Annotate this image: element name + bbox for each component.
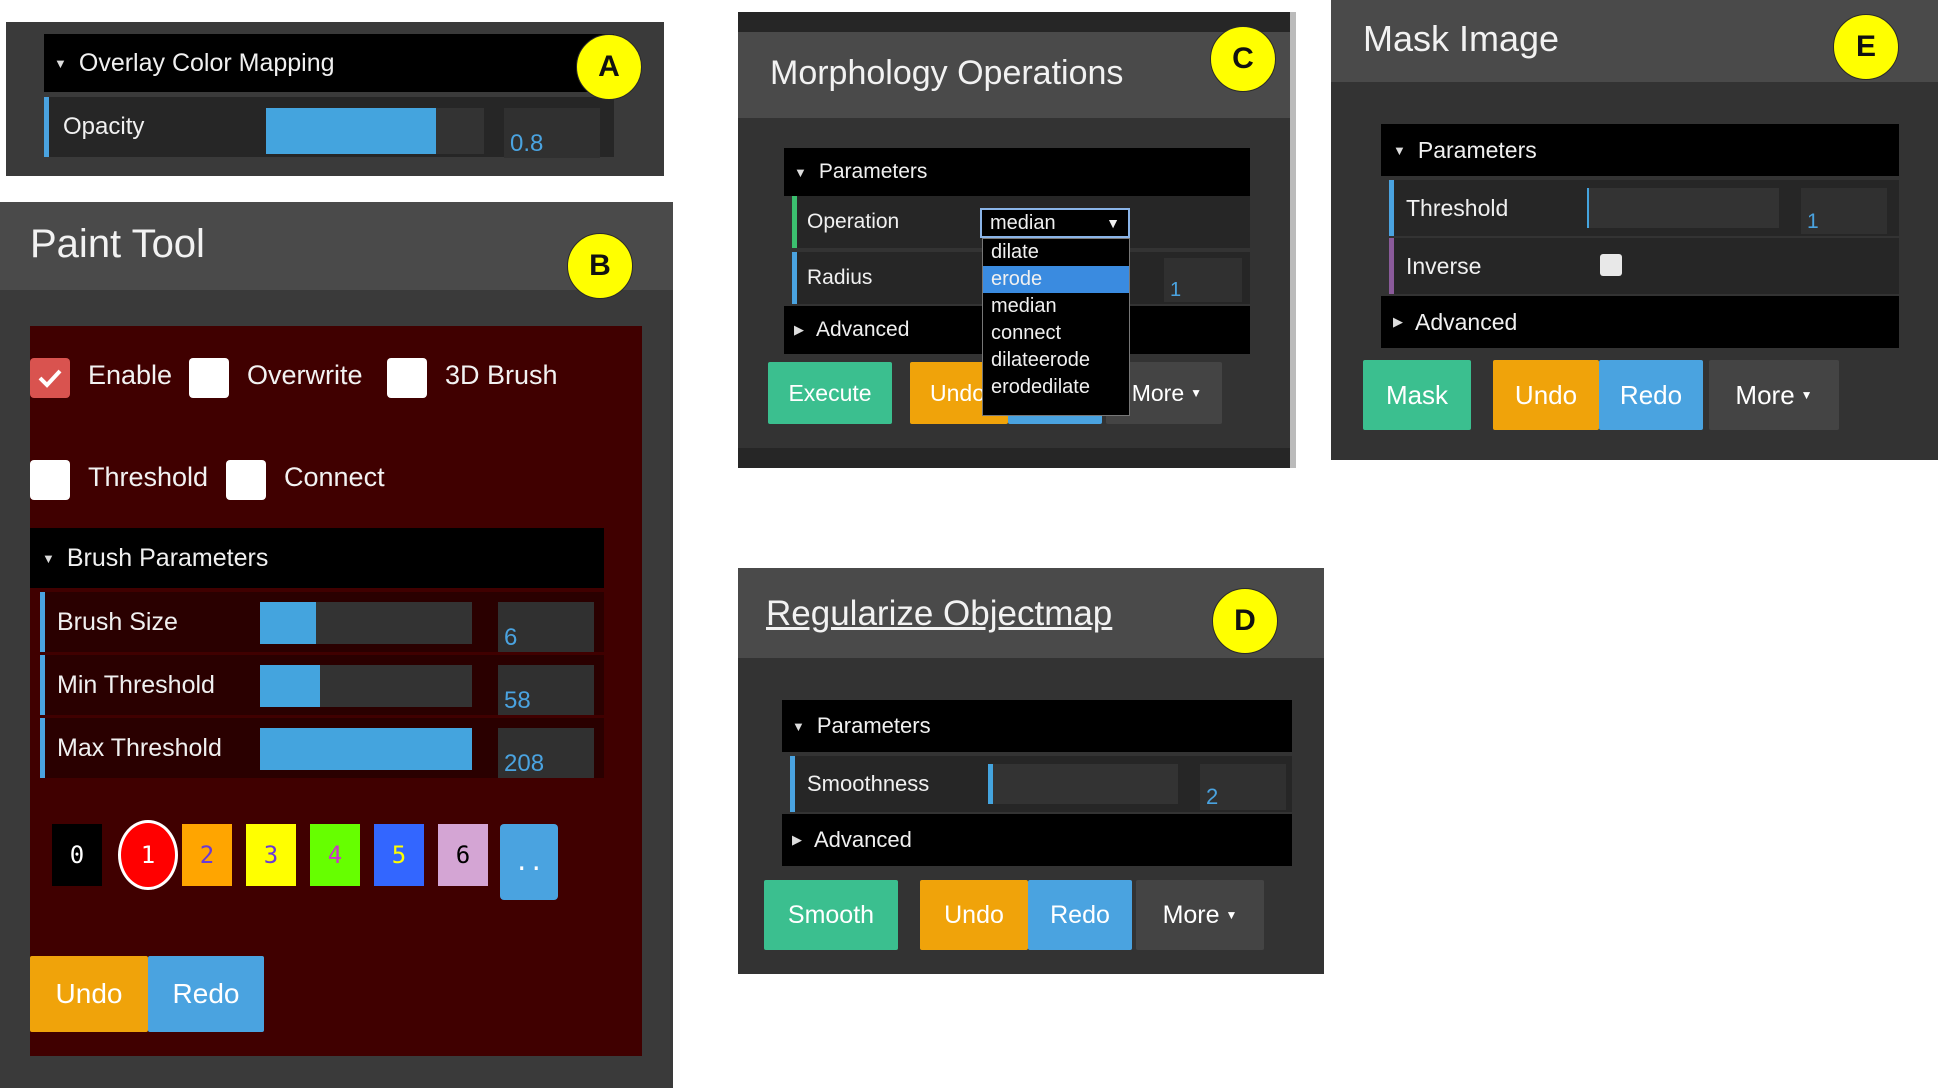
caret-down-icon: ▼: [1393, 142, 1406, 158]
page-title: Morphology Operations: [770, 54, 1124, 92]
redo-button[interactable]: Redo: [1028, 880, 1132, 950]
caret-down-icon: ▼: [1800, 388, 1813, 402]
caret-right-icon: ▶: [1393, 314, 1403, 329]
option-erode[interactable]: erode: [983, 266, 1129, 293]
max-threshold-value-field[interactable]: 208: [498, 728, 594, 778]
panel-mask-image: Mask Image E ▼ Parameters Threshold 1 In…: [1331, 0, 1938, 460]
execute-button[interactable]: Execute: [768, 362, 892, 424]
opacity-slider[interactable]: [266, 108, 484, 154]
radius-value-field[interactable]: 1: [1164, 258, 1242, 302]
badge-e: E: [1833, 14, 1899, 80]
operation-select[interactable]: median ▼: [980, 208, 1130, 238]
page-title: Mask Image: [1363, 18, 1560, 59]
undo-button[interactable]: Undo: [920, 880, 1028, 950]
section-title: Overlay Color Mapping: [78, 48, 335, 77]
min-threshold-value-field[interactable]: 58: [498, 665, 594, 715]
overwrite-label: Overwrite: [247, 360, 363, 390]
dropdown-triangle-icon: ▼: [1106, 215, 1120, 231]
more-button[interactable]: More ▼: [1709, 360, 1839, 430]
more-button[interactable]: More ▼: [1136, 880, 1264, 950]
undo-button[interactable]: Undo: [1493, 360, 1599, 430]
section-overlay-color-mapping[interactable]: ▼ Overlay Color Mapping: [44, 34, 614, 92]
section-advanced[interactable]: ▶ Advanced: [1381, 296, 1899, 348]
redo-button[interactable]: Redo: [148, 956, 264, 1032]
paint-tool-body: Enable Overwrite 3D Brush Threshold Conn…: [30, 326, 642, 1056]
threshold-checkbox[interactable]: [30, 460, 70, 500]
smoothness-value-field[interactable]: 2: [1200, 764, 1286, 810]
threshold-label: Threshold: [88, 462, 209, 492]
caret-right-icon: ▶: [792, 832, 802, 847]
enable-checkbox[interactable]: [30, 358, 70, 398]
option-dilateerode[interactable]: dilateerode: [983, 347, 1129, 374]
label-swatch-0[interactable]: 0: [52, 824, 102, 886]
option-median[interactable]: median: [983, 293, 1129, 320]
option-dilate[interactable]: dilate: [983, 239, 1129, 266]
connect-label: Connect: [284, 462, 385, 492]
opacity-slider-fill: [266, 108, 436, 154]
smoothness-slider[interactable]: [988, 764, 1178, 804]
page-title[interactable]: Regularize Objectmap: [766, 594, 1112, 634]
label-swatch-3[interactable]: 3: [246, 824, 296, 886]
mask-button[interactable]: Mask: [1363, 360, 1471, 430]
section-parameters[interactable]: ▼ Parameters: [1381, 124, 1899, 176]
inverse-row: Inverse: [1389, 238, 1899, 294]
section-advanced[interactable]: ▶ Advanced: [782, 814, 1292, 866]
more-labels-button[interactable]: ..: [500, 824, 558, 900]
overwrite-checkbox[interactable]: [189, 358, 229, 398]
caret-down-icon: ▼: [794, 164, 807, 180]
threshold-value-field[interactable]: 1: [1801, 188, 1887, 234]
brush3d-checkbox[interactable]: [387, 358, 427, 398]
badge-d: D: [1212, 588, 1278, 654]
brush3d-label: 3D Brush: [445, 360, 558, 390]
caret-down-icon: ▼: [54, 55, 67, 71]
label-swatch-6[interactable]: 6: [438, 824, 488, 886]
label-swatch-1[interactable]: 1: [118, 820, 178, 890]
max-threshold-slider[interactable]: [260, 728, 472, 770]
opacity-value-field[interactable]: 0.8: [504, 108, 600, 158]
brush-size-value-field[interactable]: 6: [498, 602, 594, 652]
brush-size-slider-fill: [260, 602, 316, 644]
caret-right-icon: ▶: [794, 322, 804, 337]
label-swatch-4[interactable]: 4: [310, 824, 360, 886]
opacity-label: Opacity: [63, 113, 145, 140]
label-swatch-2[interactable]: 2: [182, 824, 232, 886]
max-threshold-slider-fill: [260, 728, 472, 770]
caret-down-icon: ▼: [1190, 386, 1202, 400]
connect-checkbox[interactable]: [226, 460, 266, 500]
smooth-button[interactable]: Smooth: [764, 880, 898, 950]
check-icon: [38, 369, 62, 388]
option-connect[interactable]: connect: [983, 320, 1129, 347]
brush-size-slider[interactable]: [260, 602, 472, 644]
operation-dropdown-list: dilate erode median connect dilateerode …: [982, 238, 1130, 416]
undo-button[interactable]: Undo: [30, 956, 148, 1032]
badge-b: B: [567, 233, 633, 299]
caret-down-icon: ▼: [792, 718, 805, 734]
redo-button[interactable]: Redo: [1599, 360, 1703, 430]
threshold-slider[interactable]: [1587, 188, 1779, 228]
enable-label: Enable: [88, 360, 173, 390]
panel-overlay-color-mapping: ▼ Overlay Color Mapping Opacity 0.8 A: [6, 22, 664, 176]
badge-c: C: [1210, 26, 1276, 92]
min-threshold-slider[interactable]: [260, 665, 472, 707]
page-title: Paint Tool: [30, 222, 205, 266]
section-brush-parameters[interactable]: ▼ Brush Parameters: [30, 528, 604, 588]
inverse-checkbox[interactable]: [1600, 254, 1622, 276]
panel-regularize-objectmap: Regularize Objectmap D ▼ Parameters Smoo…: [738, 568, 1324, 974]
panel-morphology-operations: Morphology Operations C ▼ Parameters Ope…: [738, 12, 1296, 468]
section-parameters[interactable]: ▼ Parameters: [784, 148, 1250, 196]
threshold-slider-fill: [1587, 188, 1589, 228]
panel-paint-tool: Paint Tool B Enable Overwrite 3D Brush T…: [0, 202, 673, 1088]
caret-down-icon: ▼: [1225, 908, 1238, 922]
label-swatch-5[interactable]: 5: [374, 824, 424, 886]
min-threshold-slider-fill: [260, 665, 320, 707]
smoothness-slider-fill: [988, 764, 993, 804]
option-erodedilate[interactable]: erodedilate: [983, 374, 1129, 401]
morphology-header: Morphology Operations: [738, 32, 1290, 118]
caret-down-icon: ▼: [42, 550, 55, 566]
section-parameters[interactable]: ▼ Parameters: [782, 700, 1292, 752]
badge-a: A: [576, 34, 642, 100]
